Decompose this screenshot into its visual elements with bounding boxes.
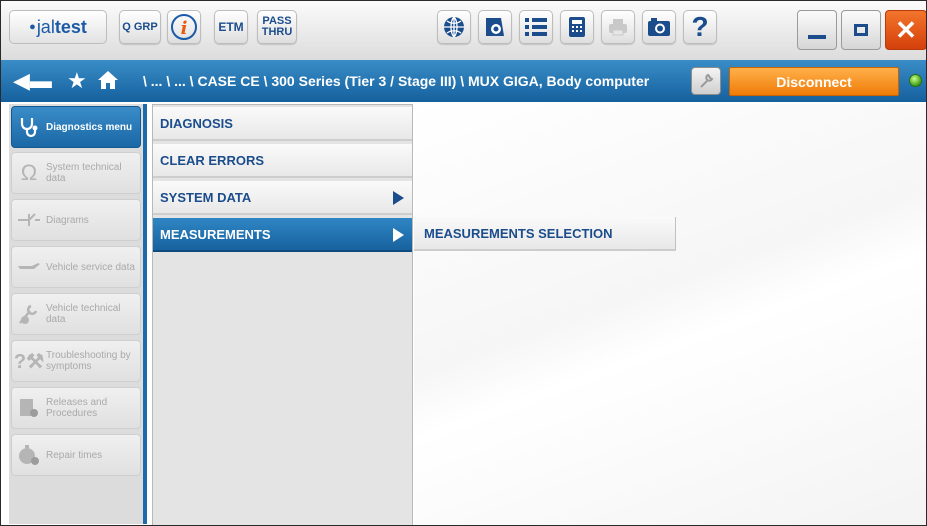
submenu-item-label: MEASUREMENTS SELECTION bbox=[424, 225, 613, 241]
breadcrumb[interactable]: \ ... \ ... \ CASE CE \ 300 Series (Tier… bbox=[143, 73, 649, 89]
help-button[interactable]: ? bbox=[683, 10, 717, 44]
printer-icon bbox=[609, 19, 627, 36]
oil-can-icon bbox=[12, 260, 46, 274]
group-search-label: Q GRP bbox=[122, 21, 158, 33]
menu-item-label: CLEAR ERRORS bbox=[160, 152, 265, 168]
wrench-gear-icon bbox=[12, 303, 46, 325]
navigation-bar: ◀▬ ★ \ ... \ ... \ CASE CE \ 300 Series … bbox=[1, 60, 926, 102]
list-icon bbox=[525, 18, 547, 36]
sidebar-item-label: System technical data bbox=[46, 162, 122, 184]
stethoscope-icon bbox=[12, 116, 46, 138]
svg-text:i: i bbox=[181, 18, 188, 39]
maximize-button[interactable] bbox=[841, 10, 881, 50]
content-area bbox=[414, 104, 926, 525]
back-arrow-icon[interactable]: ◀▬ bbox=[13, 69, 52, 93]
submenu-arrow-icon bbox=[393, 228, 404, 242]
sidebar-item-troubleshooting[interactable]: ?⚒ Troubleshooting by symptoms bbox=[11, 340, 141, 382]
pass-thru-label: PASS THRU bbox=[262, 16, 293, 38]
group-search-button[interactable]: Q GRP bbox=[119, 10, 161, 44]
logo-brand-bold: test bbox=[54, 16, 87, 37]
screenshot-button[interactable] bbox=[642, 10, 676, 44]
sidebar-item-system-technical-data[interactable]: Ω System technical data bbox=[11, 152, 141, 194]
ohm-icon: Ω bbox=[20, 160, 38, 185]
pass-thru-button[interactable]: PASS THRU bbox=[257, 10, 297, 44]
globe-button[interactable] bbox=[437, 10, 471, 44]
sidebar-item-label: Vehicle service data bbox=[46, 261, 135, 273]
pass-thru-line2: THRU bbox=[261, 26, 293, 38]
disconnect-label: Disconnect bbox=[776, 73, 852, 90]
menu-item-clear-errors[interactable]: CLEAR ERRORS bbox=[153, 144, 412, 178]
info-icon: i bbox=[171, 14, 197, 40]
star-icon[interactable]: ★ bbox=[67, 69, 87, 93]
diagram-icon bbox=[12, 211, 46, 229]
calculator-button[interactable] bbox=[560, 10, 594, 44]
disconnect-button[interactable]: Disconnect bbox=[729, 67, 899, 96]
print-button[interactable] bbox=[601, 10, 635, 44]
sidebar-item-label: Troubleshooting by symptoms bbox=[46, 350, 131, 372]
jaltest-logo[interactable]: ● jal test bbox=[9, 10, 107, 44]
sidebar-item-vehicle-technical-data[interactable]: Vehicle technical data bbox=[11, 293, 141, 335]
menu-item-label: DIAGNOSIS bbox=[160, 115, 233, 131]
sidebar-item-label: Diagnostics menu bbox=[46, 121, 133, 133]
main-toolbar: ● jal test Q GRP i ETM PASS THRU ? ✕ bbox=[1, 1, 926, 61]
menu-item-measurements[interactable]: MEASUREMENTS bbox=[153, 218, 412, 252]
logo-brand-light: jal bbox=[36, 16, 55, 37]
app-window: ● jal test Q GRP i ETM PASS THRU ? ✕ ◀▬ … bbox=[0, 0, 927, 526]
minimize-icon bbox=[808, 35, 826, 39]
troubleshoot-icon: ?⚒ bbox=[13, 350, 45, 373]
procedures-icon bbox=[12, 397, 46, 419]
sidebar-item-label: Vehicle technical data bbox=[46, 303, 121, 325]
menu-item-system-data[interactable]: SYSTEM DATA bbox=[153, 181, 412, 215]
close-icon: ✕ bbox=[895, 14, 917, 45]
submenu-arrow-icon bbox=[393, 191, 404, 205]
globe-icon bbox=[444, 16, 464, 38]
tool-button[interactable] bbox=[691, 67, 721, 95]
sidebar: Diagnostics menu Ω System technical data… bbox=[9, 104, 147, 524]
menu-item-diagnosis[interactable]: DIAGNOSIS bbox=[153, 107, 412, 141]
sidebar-item-releases-procedures[interactable]: Releases and Procedures bbox=[11, 387, 141, 429]
menu-item-label: SYSTEM DATA bbox=[160, 189, 252, 205]
etm-label: ETM bbox=[218, 20, 244, 34]
calculator-icon bbox=[569, 17, 585, 37]
sidebar-item-label: Releases and Procedures bbox=[46, 397, 108, 419]
info-button[interactable]: i bbox=[167, 10, 201, 44]
close-button[interactable]: ✕ bbox=[885, 10, 926, 50]
wrench-icon bbox=[700, 73, 714, 88]
diagnostics-menu-list: DIAGNOSIS CLEAR ERRORS SYSTEM DATA MEASU… bbox=[152, 104, 413, 525]
sidebar-item-repair-times[interactable]: Repair times bbox=[11, 434, 141, 476]
sidebar-item-diagnostics-menu[interactable]: Diagnostics menu bbox=[11, 106, 141, 148]
connection-status-led bbox=[909, 74, 922, 87]
help-icon: ? bbox=[691, 11, 709, 42]
camera-icon bbox=[648, 18, 670, 36]
menu-item-label: MEASUREMENTS bbox=[160, 226, 271, 242]
sidebar-item-diagrams[interactable]: Diagrams bbox=[11, 199, 141, 241]
minimize-button[interactable] bbox=[797, 10, 837, 50]
home-icon[interactable] bbox=[97, 70, 119, 90]
sidebar-item-label: Repair times bbox=[46, 449, 103, 461]
view-button[interactable] bbox=[478, 10, 512, 44]
sidebar-item-vehicle-service-data[interactable]: Vehicle service data bbox=[11, 246, 141, 288]
submenu-measurements-selection[interactable]: MEASUREMENTS SELECTION bbox=[414, 217, 676, 251]
stopwatch-icon bbox=[12, 444, 46, 466]
sidebar-item-label: Diagrams bbox=[46, 214, 89, 226]
list-button[interactable] bbox=[519, 10, 553, 44]
logo-dot: ● bbox=[29, 21, 36, 33]
etm-button[interactable]: ETM bbox=[214, 10, 248, 44]
maximize-icon bbox=[854, 24, 868, 36]
eye-icon bbox=[486, 18, 504, 36]
